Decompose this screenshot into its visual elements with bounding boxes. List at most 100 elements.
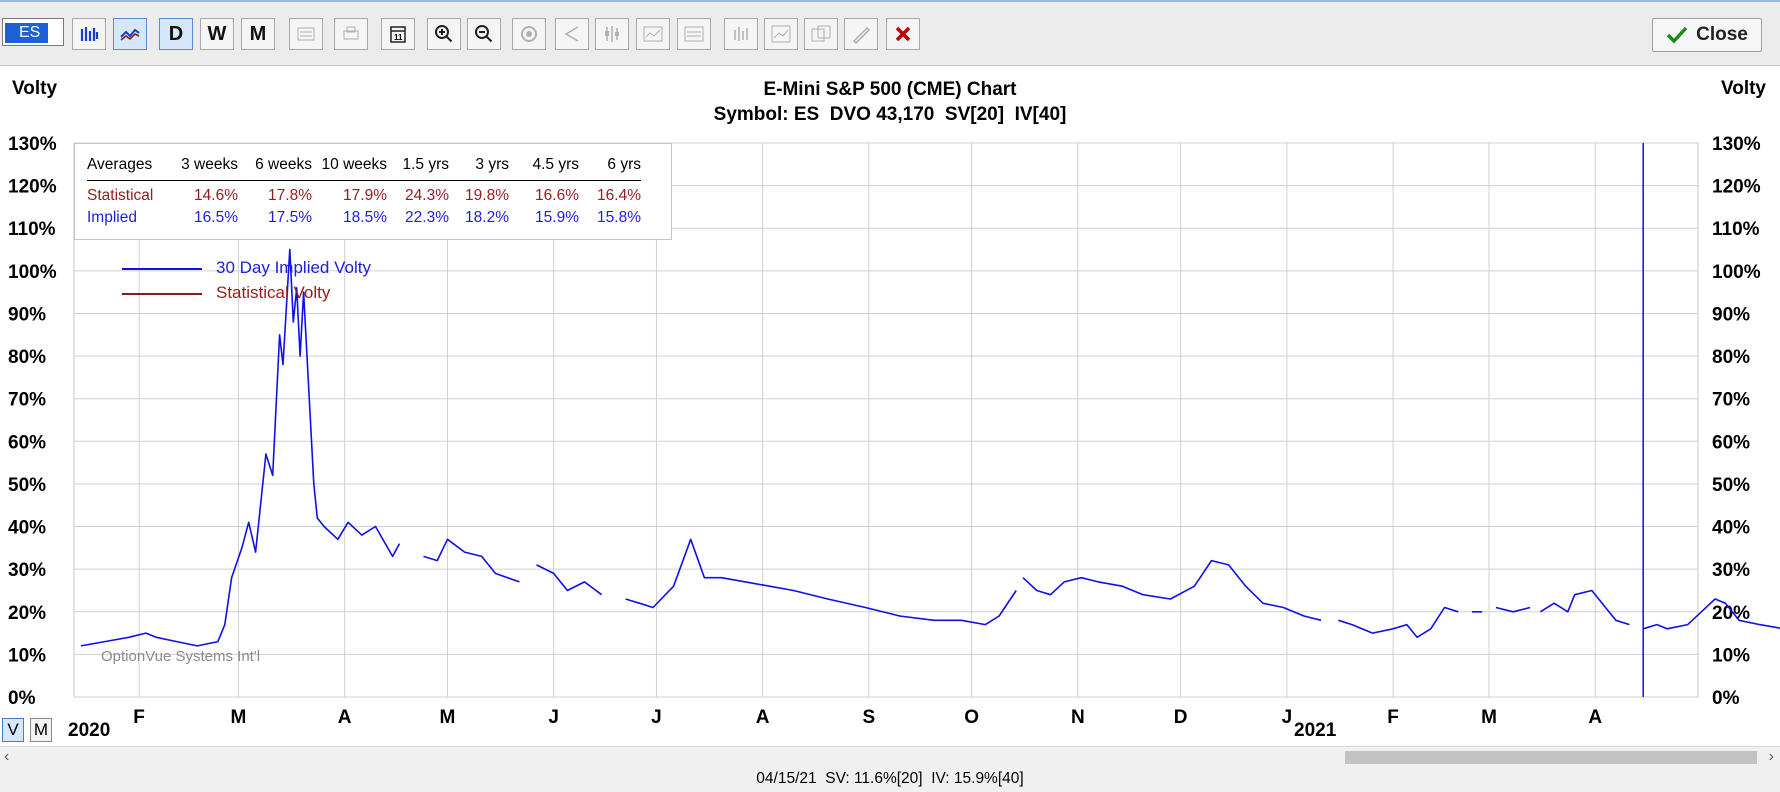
chart-subtitle: Symbol: ES DVO 43,170 SV[20] IV[40]	[713, 104, 1067, 125]
averages-statistical-row: Statistical 14.6% 17.8% 17.9% 24.3% 19.8% 16.6…	[87, 181, 641, 208]
y-tick-label-right: 0%	[1712, 688, 1740, 709]
y-tick-label-left: 20%	[8, 603, 46, 624]
legend-swatch-implied	[122, 268, 202, 270]
target-icon[interactable]	[512, 18, 546, 50]
close-button[interactable]: Close	[1652, 18, 1762, 52]
averages-value-cell: 17.9%	[343, 187, 387, 204]
averages-value-cell: 16.4%	[597, 187, 641, 204]
averages-header-cell: Averages	[87, 154, 163, 181]
calendar-icon[interactable]: 11	[381, 18, 415, 50]
averages-table: Averages 3 weeks 6 weeks 10 weeks 1.5 yrs 3 y…	[74, 143, 672, 240]
svg-text:11: 11	[394, 33, 403, 42]
legend-swatch-statistical	[122, 293, 202, 295]
y-tick-label-right: 30%	[1712, 560, 1750, 581]
scroll-left-icon[interactable]: ‹	[4, 748, 9, 766]
y-tick-label-left: 80%	[8, 347, 46, 368]
chart-window-icon[interactable]	[764, 18, 798, 50]
x-tick-label: M	[231, 707, 247, 728]
averages-header-cell: 6 yrs	[579, 154, 641, 181]
chart-settings-icon[interactable]	[289, 18, 323, 50]
y-axis-left: 0% 10% 20% 30% 40% 50% 60% 70% 80% 90% 100% 110% 120…	[8, 134, 57, 709]
volatility-chart-icon[interactable]	[113, 18, 147, 50]
y-tick-label-right: 100%	[1712, 262, 1761, 283]
averages-value-cell: 14.6%	[194, 187, 238, 204]
legend-label-statistical: Statistical Volty	[216, 283, 331, 302]
averages-header-cell: 6 weeks	[238, 154, 312, 181]
symbol-value[interactable]: ES	[5, 23, 49, 43]
status-bar: 04/15/21 SV: 11.6%[20] IV: 15.9%[40]	[0, 768, 1780, 792]
scroll-right-icon[interactable]: ›	[1769, 748, 1774, 766]
bars-icon[interactable]	[724, 18, 758, 50]
averages-value-cell: 17.8%	[268, 187, 312, 204]
year-label-2021: 2021	[1294, 720, 1337, 741]
x-tick-label: S	[863, 707, 876, 728]
y-tick-label-left: 10%	[8, 645, 46, 666]
candle-icon[interactable]	[595, 18, 629, 50]
averages-value-cell: 18.5%	[343, 209, 387, 226]
print-icon[interactable]	[334, 18, 368, 50]
delete-icon[interactable]	[886, 18, 920, 50]
averages-value-cell: 15.8%	[597, 209, 641, 226]
y-tick-label-right: 50%	[1712, 475, 1750, 496]
close-label: Close	[1696, 24, 1748, 45]
view-toggle-m[interactable]: M	[30, 718, 52, 742]
series-line-implied	[423, 538, 520, 583]
y-tick-label-right: 120%	[1712, 177, 1761, 198]
series-line-implied	[1539, 589, 1630, 626]
x-tick-label: A	[1588, 707, 1602, 728]
y-tick-label-right: 40%	[1712, 518, 1750, 539]
y-tick-label-left: 100%	[8, 262, 57, 283]
copy-icon[interactable]	[804, 18, 838, 50]
scrollbar-thumb[interactable]	[1345, 751, 1757, 764]
y-tick-label-right: 130%	[1712, 134, 1761, 155]
averages-header-cell: 3 weeks	[163, 154, 238, 181]
view-toggle-v[interactable]: V	[2, 718, 24, 742]
year-label-2020: 2020	[68, 720, 111, 741]
averages-header-cell: 4.5 yrs	[509, 154, 579, 181]
x-tick-label: J	[651, 707, 662, 728]
y-tick-label-left: 30%	[8, 560, 46, 581]
averages-implied-row: Implied 16.5% 17.5% 18.5% 22.3% 18.2% 15.9% 15.…	[87, 207, 641, 229]
y-tick-label-left: 0%	[8, 688, 36, 709]
zoom-in-icon[interactable]	[427, 18, 461, 50]
pencil-icon[interactable]	[844, 18, 878, 50]
x-tick-label: F	[1387, 707, 1399, 728]
symbol-input[interactable]: ES	[2, 18, 64, 46]
series-layer	[80, 248, 1780, 647]
study2-icon[interactable]	[677, 18, 711, 50]
x-tick-label: J	[548, 707, 559, 728]
x-tick-label: M	[1481, 707, 1497, 728]
averages-row-label: Implied	[87, 209, 137, 226]
averages-value-cell: 17.5%	[268, 209, 312, 226]
y-tick-label-left: 120%	[8, 177, 57, 198]
legend-label-implied: 30 Day Implied Volty	[216, 258, 371, 277]
y-tick-label-left: 130%	[8, 134, 57, 155]
y-tick-label-left: 110%	[8, 219, 56, 240]
x-tick-label: N	[1071, 707, 1085, 728]
toolbar: ES D W M 11 Close	[0, 0, 1780, 66]
arrow-left-icon[interactable]	[555, 18, 589, 50]
chart-title: E-Mini S&P 500 (CME) Chart	[763, 79, 1017, 100]
averages-header-row: Averages 3 weeks 6 weeks 10 weeks 1.5 yrs 3 y…	[87, 154, 641, 181]
daily-button[interactable]: D	[159, 18, 193, 50]
check-icon	[1666, 26, 1688, 44]
averages-value-cell: 22.3%	[405, 209, 449, 226]
study-icon[interactable]	[636, 18, 670, 50]
price-chart-icon[interactable]	[72, 18, 106, 50]
averages-header-cell: 3 yrs	[449, 154, 509, 181]
series-line-implied	[1495, 606, 1531, 613]
y-tick-label-right: 60%	[1712, 432, 1750, 453]
monthly-button[interactable]: M	[241, 18, 275, 50]
horizontal-scrollbar[interactable]: ‹ ›	[0, 746, 1780, 769]
weekly-button[interactable]: W	[200, 18, 234, 50]
status-text: 04/15/21 SV: 11.6%[20] IV: 15.9%[40]	[756, 770, 1024, 787]
averages-header-cell: 10 weeks	[312, 154, 387, 181]
y-tick-label-right: 80%	[1712, 347, 1750, 368]
x-tick-label: A	[338, 707, 352, 728]
y-tick-label-left: 70%	[8, 390, 46, 411]
averages-value-cell: 16.5%	[194, 209, 238, 226]
y-tick-label-left: 50%	[8, 475, 46, 496]
y-tick-label-left: 90%	[8, 304, 46, 325]
zoom-out-icon[interactable]	[467, 18, 501, 50]
averages-value-cell: 18.2%	[465, 209, 509, 226]
